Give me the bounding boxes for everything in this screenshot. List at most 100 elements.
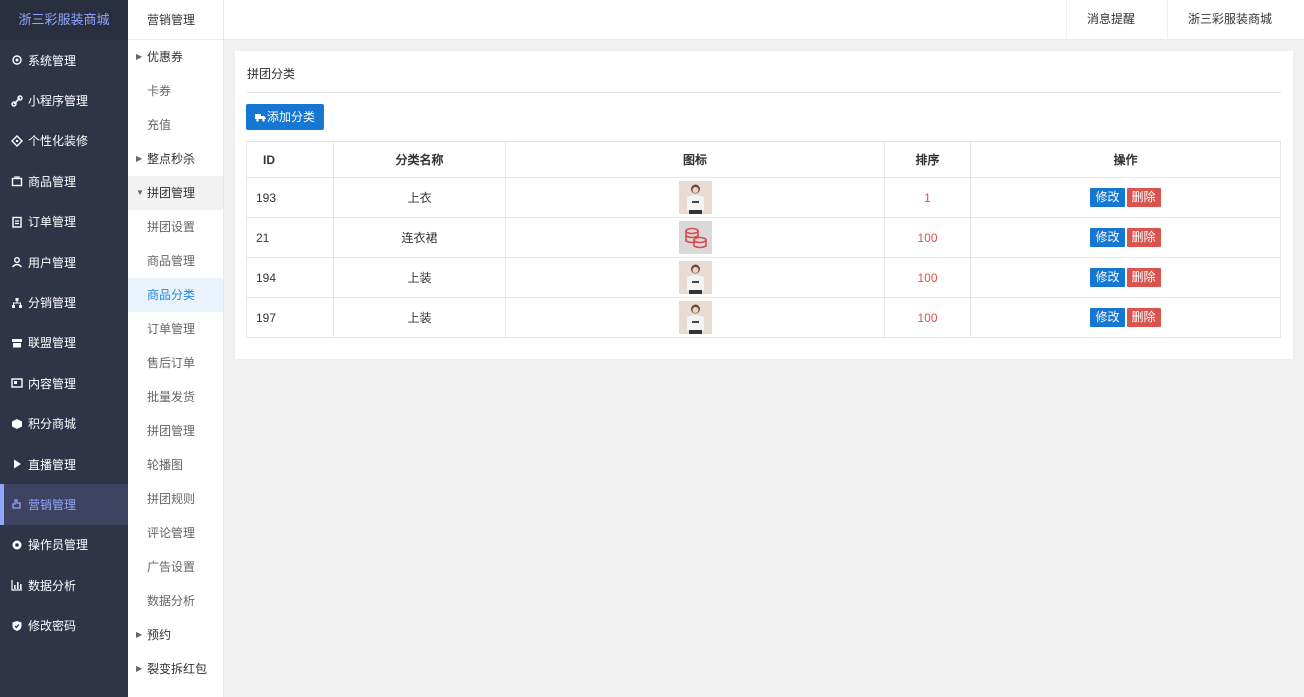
store-icon (10, 336, 24, 350)
sub-item-product-category[interactable]: 商品分类 (128, 278, 223, 312)
sub-item-analytics[interactable]: 数据分析 (128, 584, 223, 618)
sub-group-label: 裂变拆红包 (147, 662, 208, 676)
delete-button[interactable]: 删除 (1126, 188, 1161, 207)
sub-item-products[interactable]: 商品管理 (128, 244, 223, 278)
messages-dropdown[interactable]: 消息提醒 (1066, 0, 1167, 60)
sub-group-coupon[interactable]: ▶ 优惠券 (128, 40, 223, 74)
nav-item-points-mall[interactable]: 积分商城 (0, 404, 128, 444)
sub-group-group-buy[interactable]: ▼ 拼团管理 (128, 176, 223, 210)
sub-item-orders[interactable]: 订单管理 (128, 312, 223, 346)
sub-item-group-settings[interactable]: 拼团设置 (128, 210, 223, 244)
nav-item-marketing[interactable]: 营销管理 (0, 484, 128, 526)
main-sidebar: 浙三彩服装商城 系统管理 小程序管理 个性化装修 商品管理 订单管理 用户管理 … (0, 0, 128, 697)
nav-label: 个性化装修 (28, 134, 89, 149)
card-icon (10, 376, 24, 390)
cell-name: 连衣裙 (333, 217, 506, 258)
edit-button[interactable]: 修改 (1090, 308, 1125, 327)
add-category-button[interactable]: 添加分类 (246, 104, 324, 130)
caret-right-icon: ▶ (136, 52, 143, 61)
page-title: 拼团分类 (247, 67, 296, 81)
sub-item-group-rules[interactable]: 拼团规则 (128, 482, 223, 516)
caret-right-icon: ▶ (136, 154, 143, 163)
clothing-photo (678, 261, 712, 294)
nav-item-alliance[interactable]: 联盟管理 (0, 323, 128, 363)
sub-item-recharge[interactable]: 充值 (128, 108, 223, 142)
link-icon (10, 94, 24, 108)
cell-id: 193 (246, 177, 334, 218)
nav-item-miniprogram[interactable]: 小程序管理 (0, 80, 128, 120)
hand-icon (10, 497, 24, 511)
cell-sort: 100 (884, 257, 971, 298)
top-bar: 消息提醒 浙三彩服装商城 (224, 0, 1304, 60)
nav-item-users[interactable]: 用户管理 (0, 242, 128, 282)
sitemap-icon (10, 296, 24, 310)
edit-button[interactable]: 修改 (1090, 228, 1125, 247)
nav-label: 订单管理 (28, 215, 77, 230)
cell-actions: 修改 删除 (970, 177, 1281, 218)
sub-item-aftersale[interactable]: 售后订单 (128, 346, 223, 380)
table-row: 193 上衣 1 修改 删除 (246, 177, 1281, 218)
sub-sidebar: 营销管理 ▶ 优惠券 卡券 充值 ▶ 整点秒杀 ▼ 拼团管理 拼团设置 商品管理 商品… (128, 0, 224, 697)
header-actions: 操作 (970, 141, 1281, 178)
nav-item-content[interactable]: 内容管理 (0, 363, 128, 403)
nav-item-products[interactable]: 商品管理 (0, 161, 128, 201)
caret-right-icon: ▶ (136, 630, 143, 639)
nav-label: 数据分析 (28, 578, 77, 593)
sub-group-red-packet[interactable]: ▶ 裂变拆红包 (128, 652, 223, 686)
nav-label: 营销管理 (28, 497, 77, 512)
messages-label: 消息提醒 (1087, 12, 1136, 26)
nav-item-decoration[interactable]: 个性化装修 (0, 121, 128, 161)
nav-item-system[interactable]: 系统管理 (0, 40, 128, 80)
delete-button[interactable]: 删除 (1126, 308, 1161, 327)
nav-item-orders[interactable]: 订单管理 (0, 202, 128, 242)
sub-group-booking[interactable]: ▶ 预约 (128, 618, 223, 652)
delete-button[interactable]: 删除 (1126, 268, 1161, 287)
bar-chart-icon (10, 578, 24, 592)
cell-sort: 100 (884, 217, 971, 258)
nav-item-distribution[interactable]: 分销管理 (0, 282, 128, 322)
sub-item-carousel[interactable]: 轮播图 (128, 448, 223, 482)
sub-sidebar-title: 营销管理 (128, 0, 223, 40)
content-panel: 拼团分类 添加分类 ID 分类名称 图标 排序 操作 193 上衣 1 修改 删… (235, 51, 1293, 359)
cell-sort: 1 (884, 177, 971, 218)
shield-icon (10, 619, 24, 633)
sub-item-card[interactable]: 卡券 (128, 74, 223, 108)
user-icon (10, 255, 24, 269)
table-header-row: ID 分类名称 图标 排序 操作 (246, 141, 1281, 178)
cell-actions: 修改 删除 (970, 257, 1281, 298)
clothing-photo (678, 301, 712, 334)
nav-item-operators[interactable]: 操作员管理 (0, 525, 128, 565)
sub-item-bulk-ship[interactable]: 批量发货 (128, 380, 223, 414)
play-icon (10, 457, 24, 471)
nav-item-analytics[interactable]: 数据分析 (0, 565, 128, 605)
cell-name: 上衣 (333, 177, 506, 218)
cell-name: 上装 (333, 257, 506, 298)
sub-group-label: 整点秒杀 (147, 152, 196, 166)
category-table: ID 分类名称 图标 排序 操作 193 上衣 1 修改 删除 21 连衣裙 1… (246, 141, 1281, 338)
palette-icon (10, 134, 24, 148)
header-name: 分类名称 (333, 141, 506, 178)
sub-group-flash-sale[interactable]: ▶ 整点秒杀 (128, 142, 223, 176)
caret-right-icon: ▶ (136, 664, 143, 673)
nav-label: 分销管理 (28, 296, 77, 311)
brand-title[interactable]: 浙三彩服装商城 (0, 0, 128, 40)
nav-label: 内容管理 (28, 376, 77, 391)
delete-button[interactable]: 删除 (1126, 228, 1161, 247)
store-dropdown[interactable]: 浙三彩服装商城 (1167, 0, 1304, 60)
nav-label: 操作员管理 (28, 538, 89, 553)
cell-sort: 100 (884, 297, 971, 338)
cube-icon (10, 417, 24, 431)
sub-item-reviews[interactable]: 评论管理 (128, 516, 223, 550)
header-sort: 排序 (884, 141, 971, 178)
gear-icon (10, 53, 24, 67)
edit-button[interactable]: 修改 (1090, 188, 1125, 207)
nav-label: 联盟管理 (28, 336, 77, 351)
nav-label: 直播管理 (28, 457, 77, 472)
sub-group-label: 预约 (147, 628, 172, 642)
sub-item-group-manage[interactable]: 拼团管理 (128, 414, 223, 448)
truck-icon (254, 114, 266, 122)
edit-button[interactable]: 修改 (1090, 268, 1125, 287)
nav-item-live[interactable]: 直播管理 (0, 444, 128, 484)
sub-item-ads[interactable]: 广告设置 (128, 550, 223, 584)
nav-item-change-password[interactable]: 修改密码 (0, 605, 128, 645)
